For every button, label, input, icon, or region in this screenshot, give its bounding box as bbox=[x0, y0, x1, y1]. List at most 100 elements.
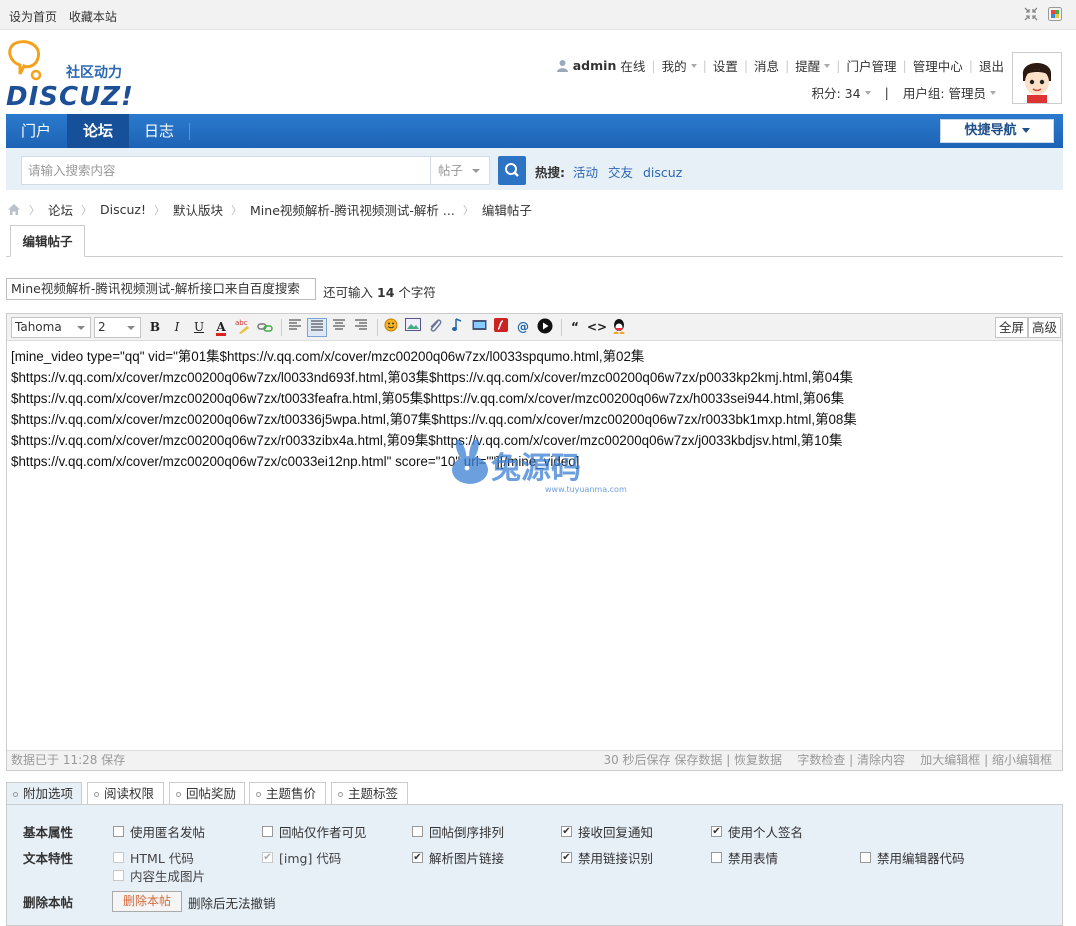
align-left-icon[interactable] bbox=[285, 318, 305, 337]
underline-button[interactable]: U bbox=[189, 318, 209, 337]
shrink-editor-link[interactable]: 缩小编辑框 bbox=[992, 753, 1052, 767]
option-checkbox[interactable]: 回帖倒序排列 bbox=[412, 822, 504, 841]
advanced-button[interactable]: 高级 bbox=[1028, 317, 1062, 338]
quote-icon[interactable]: “ bbox=[565, 318, 585, 337]
search-button[interactable] bbox=[498, 156, 526, 185]
option-checkbox[interactable]: ✔ 使用个人签名 bbox=[711, 822, 803, 841]
word-check-link[interactable]: 字数检查 bbox=[797, 753, 845, 767]
editor-line: $https://v.qq.com/x/cover/mzc00200q06w7z… bbox=[11, 370, 854, 385]
admin-center-link[interactable]: 管理中心 bbox=[913, 56, 963, 75]
size-select[interactable]: 2 bbox=[94, 317, 141, 338]
option-checkbox[interactable]: 禁用编辑器代码 bbox=[860, 848, 965, 867]
qq-icon[interactable] bbox=[609, 318, 629, 337]
settings-link[interactable]: 设置 bbox=[713, 56, 738, 75]
save-data-link[interactable]: 保存数据 bbox=[674, 753, 722, 767]
quick-nav-button[interactable]: 快捷导航 bbox=[940, 119, 1054, 143]
my-menu[interactable]: 我的 bbox=[662, 56, 687, 75]
video-icon[interactable] bbox=[469, 318, 489, 337]
option-checkbox[interactable]: ✔ 禁用链接识别 bbox=[561, 848, 653, 867]
collapse-icon[interactable] bbox=[1024, 7, 1038, 21]
at-icon[interactable]: @ bbox=[513, 318, 533, 337]
italic-button[interactable]: I bbox=[167, 318, 187, 337]
tab-thread-tags[interactable]: 主题标签 bbox=[331, 782, 408, 805]
option-checkbox[interactable]: ✔ 接收回复通知 bbox=[561, 822, 653, 841]
tab-reply-reward[interactable]: 回帖奖励 bbox=[169, 782, 245, 805]
points-link[interactable]: 积分: 34 bbox=[812, 83, 861, 102]
music-icon[interactable] bbox=[447, 318, 467, 337]
checkbox-icon[interactable] bbox=[860, 852, 871, 863]
remain-prefix: 还可输入 bbox=[323, 285, 374, 300]
delete-post-button[interactable]: 删除本帖 bbox=[112, 891, 182, 912]
tab-read-permission[interactable]: 阅读权限 bbox=[87, 782, 164, 805]
option-label: 内容生成图片 bbox=[130, 869, 206, 884]
image-icon[interactable] bbox=[403, 318, 423, 337]
breadcrumb-item[interactable]: Discuz! bbox=[100, 202, 146, 217]
title-input[interactable]: Mine视频解析-腾讯视频测试-解析接口来自百度搜索 bbox=[6, 278, 316, 300]
nav-blog[interactable]: 日志 bbox=[129, 114, 189, 148]
logo-brand: DISCUZ! bbox=[6, 82, 134, 108]
portal-manage-link[interactable]: 门户管理 bbox=[847, 56, 897, 75]
checkbox-icon[interactable] bbox=[412, 826, 423, 837]
messages-link[interactable]: 消息 bbox=[754, 56, 779, 75]
checkbox-icon[interactable] bbox=[113, 826, 124, 837]
restore-data-link[interactable]: 恢复数据 bbox=[734, 753, 782, 767]
option-checkbox[interactable]: ✔ 解析图片链接 bbox=[412, 848, 504, 867]
option-checkbox[interactable]: 使用匿名发帖 bbox=[113, 822, 205, 841]
search-bar: 请输入搜索内容 帖子 热搜: 活动 交友 discuz bbox=[6, 148, 1063, 190]
attachment-icon[interactable] bbox=[425, 318, 445, 337]
fullscreen-button[interactable]: 全屏 bbox=[995, 317, 1029, 338]
checkbox-checked-icon[interactable]: ✔ bbox=[412, 852, 423, 863]
play-icon[interactable] bbox=[535, 318, 555, 337]
search-type-select[interactable]: 帖子 bbox=[430, 156, 490, 185]
home-icon[interactable] bbox=[7, 203, 21, 216]
background-color-icon[interactable]: abc bbox=[233, 318, 253, 337]
nav-forum[interactable]: 论坛 bbox=[67, 114, 129, 148]
checkbox-icon[interactable] bbox=[262, 826, 273, 837]
hot-link[interactable]: discuz bbox=[643, 165, 682, 180]
chevron-down-icon bbox=[824, 63, 831, 68]
checkbox-icon bbox=[113, 852, 124, 863]
breadcrumb-item[interactable]: 论坛 bbox=[48, 200, 73, 219]
search-input[interactable]: 请输入搜索内容 bbox=[21, 156, 431, 185]
site-logo[interactable]: 社区动力 DISCUZ! bbox=[6, 40, 141, 112]
username[interactable]: admin bbox=[573, 58, 617, 73]
editor-line: $https://v.qq.com/x/cover/mzc00200q06w7z… bbox=[11, 412, 857, 427]
clear-content-link[interactable]: 清除内容 bbox=[857, 753, 905, 767]
breadcrumb: 〉论坛 〉 Discuz! 〉默认版块 〉 Mine视频解析-腾讯视频测试-解析 .… bbox=[7, 200, 532, 219]
align-right-icon[interactable] bbox=[351, 318, 371, 337]
checkbox-checked-icon[interactable]: ✔ bbox=[561, 826, 572, 837]
watermark: 兔源码 www.tuyuanma.com bbox=[445, 438, 635, 496]
logout-link[interactable]: 退出 bbox=[979, 56, 1004, 75]
breadcrumb-item[interactable]: 默认版块 bbox=[173, 200, 223, 219]
hot-link[interactable]: 交友 bbox=[608, 165, 633, 180]
font-color-icon[interactable]: A bbox=[211, 318, 231, 337]
font-select[interactable]: Tahoma bbox=[11, 317, 91, 338]
tab-edit-post[interactable]: 编辑帖子 bbox=[10, 225, 85, 257]
checkbox-checked-icon[interactable]: ✔ bbox=[711, 826, 722, 837]
flash-icon[interactable] bbox=[491, 318, 511, 337]
hot-link[interactable]: 活动 bbox=[573, 165, 598, 180]
theme-icon[interactable] bbox=[1048, 7, 1062, 21]
checkbox-checked-icon[interactable]: ✔ bbox=[561, 852, 572, 863]
breadcrumb-item[interactable]: Mine视频解析-腾讯视频测试-解析 ... bbox=[250, 200, 455, 219]
tab-thread-price[interactable]: 主题售价 bbox=[249, 782, 326, 805]
option-label: 接收回复通知 bbox=[578, 825, 654, 840]
option-checkbox[interactable]: 禁用表情 bbox=[711, 848, 778, 867]
option-checkbox: 内容生成图片 bbox=[113, 866, 205, 885]
bold-button[interactable]: B bbox=[145, 318, 165, 337]
checkbox-icon[interactable] bbox=[711, 852, 722, 863]
tab-extra-options[interactable]: 附加选项 bbox=[6, 782, 82, 805]
smiley-icon[interactable] bbox=[381, 318, 401, 337]
code-icon[interactable]: <> bbox=[587, 318, 607, 337]
align-justify-icon[interactable] bbox=[307, 318, 327, 337]
align-center-icon[interactable] bbox=[329, 318, 349, 337]
link-icon[interactable] bbox=[255, 318, 275, 337]
option-checkbox[interactable]: 回帖仅作者可见 bbox=[262, 822, 367, 841]
bookmark-link[interactable]: 收藏本站 bbox=[69, 10, 117, 24]
set-home-link[interactable]: 设为首页 bbox=[9, 10, 57, 24]
avatar[interactable] bbox=[1012, 52, 1062, 104]
nav-portal[interactable]: 门户 bbox=[6, 114, 66, 148]
reminders-link[interactable]: 提醒 bbox=[795, 56, 820, 75]
enlarge-editor-link[interactable]: 加大编辑框 bbox=[920, 753, 980, 767]
user-group-link[interactable]: 用户组: 管理员 bbox=[903, 83, 986, 102]
